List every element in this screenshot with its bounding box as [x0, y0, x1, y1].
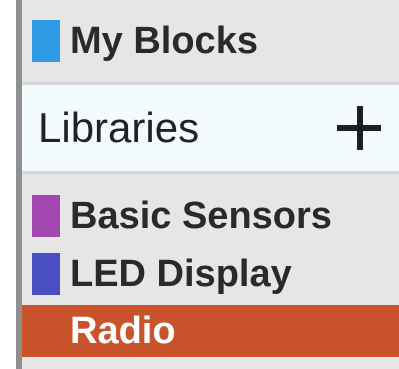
- blocks-panel: My Blocks Libraries Basic Sensors LED Di…: [16, 0, 399, 369]
- library-item-radio[interactable]: Radio: [22, 305, 399, 357]
- libraries-label: Libraries: [38, 104, 200, 151]
- my-blocks-color-swatch: [32, 20, 60, 62]
- library-item-label: Basic Sensors: [70, 195, 332, 237]
- libraries-header[interactable]: Libraries: [22, 82, 399, 174]
- library-item-led-display[interactable]: LED Display: [22, 246, 399, 302]
- basic-sensors-color-swatch: [32, 195, 60, 237]
- library-item-basic-sensors[interactable]: Basic Sensors: [22, 188, 399, 244]
- library-item-label: LED Display: [70, 253, 292, 295]
- library-item-label: Radio: [70, 310, 176, 352]
- category-my-blocks[interactable]: My Blocks: [22, 14, 399, 68]
- my-blocks-label: My Blocks: [70, 20, 258, 62]
- plus-icon[interactable]: [337, 106, 381, 150]
- radio-color-swatch: [32, 310, 60, 352]
- led-display-color-swatch: [32, 253, 60, 295]
